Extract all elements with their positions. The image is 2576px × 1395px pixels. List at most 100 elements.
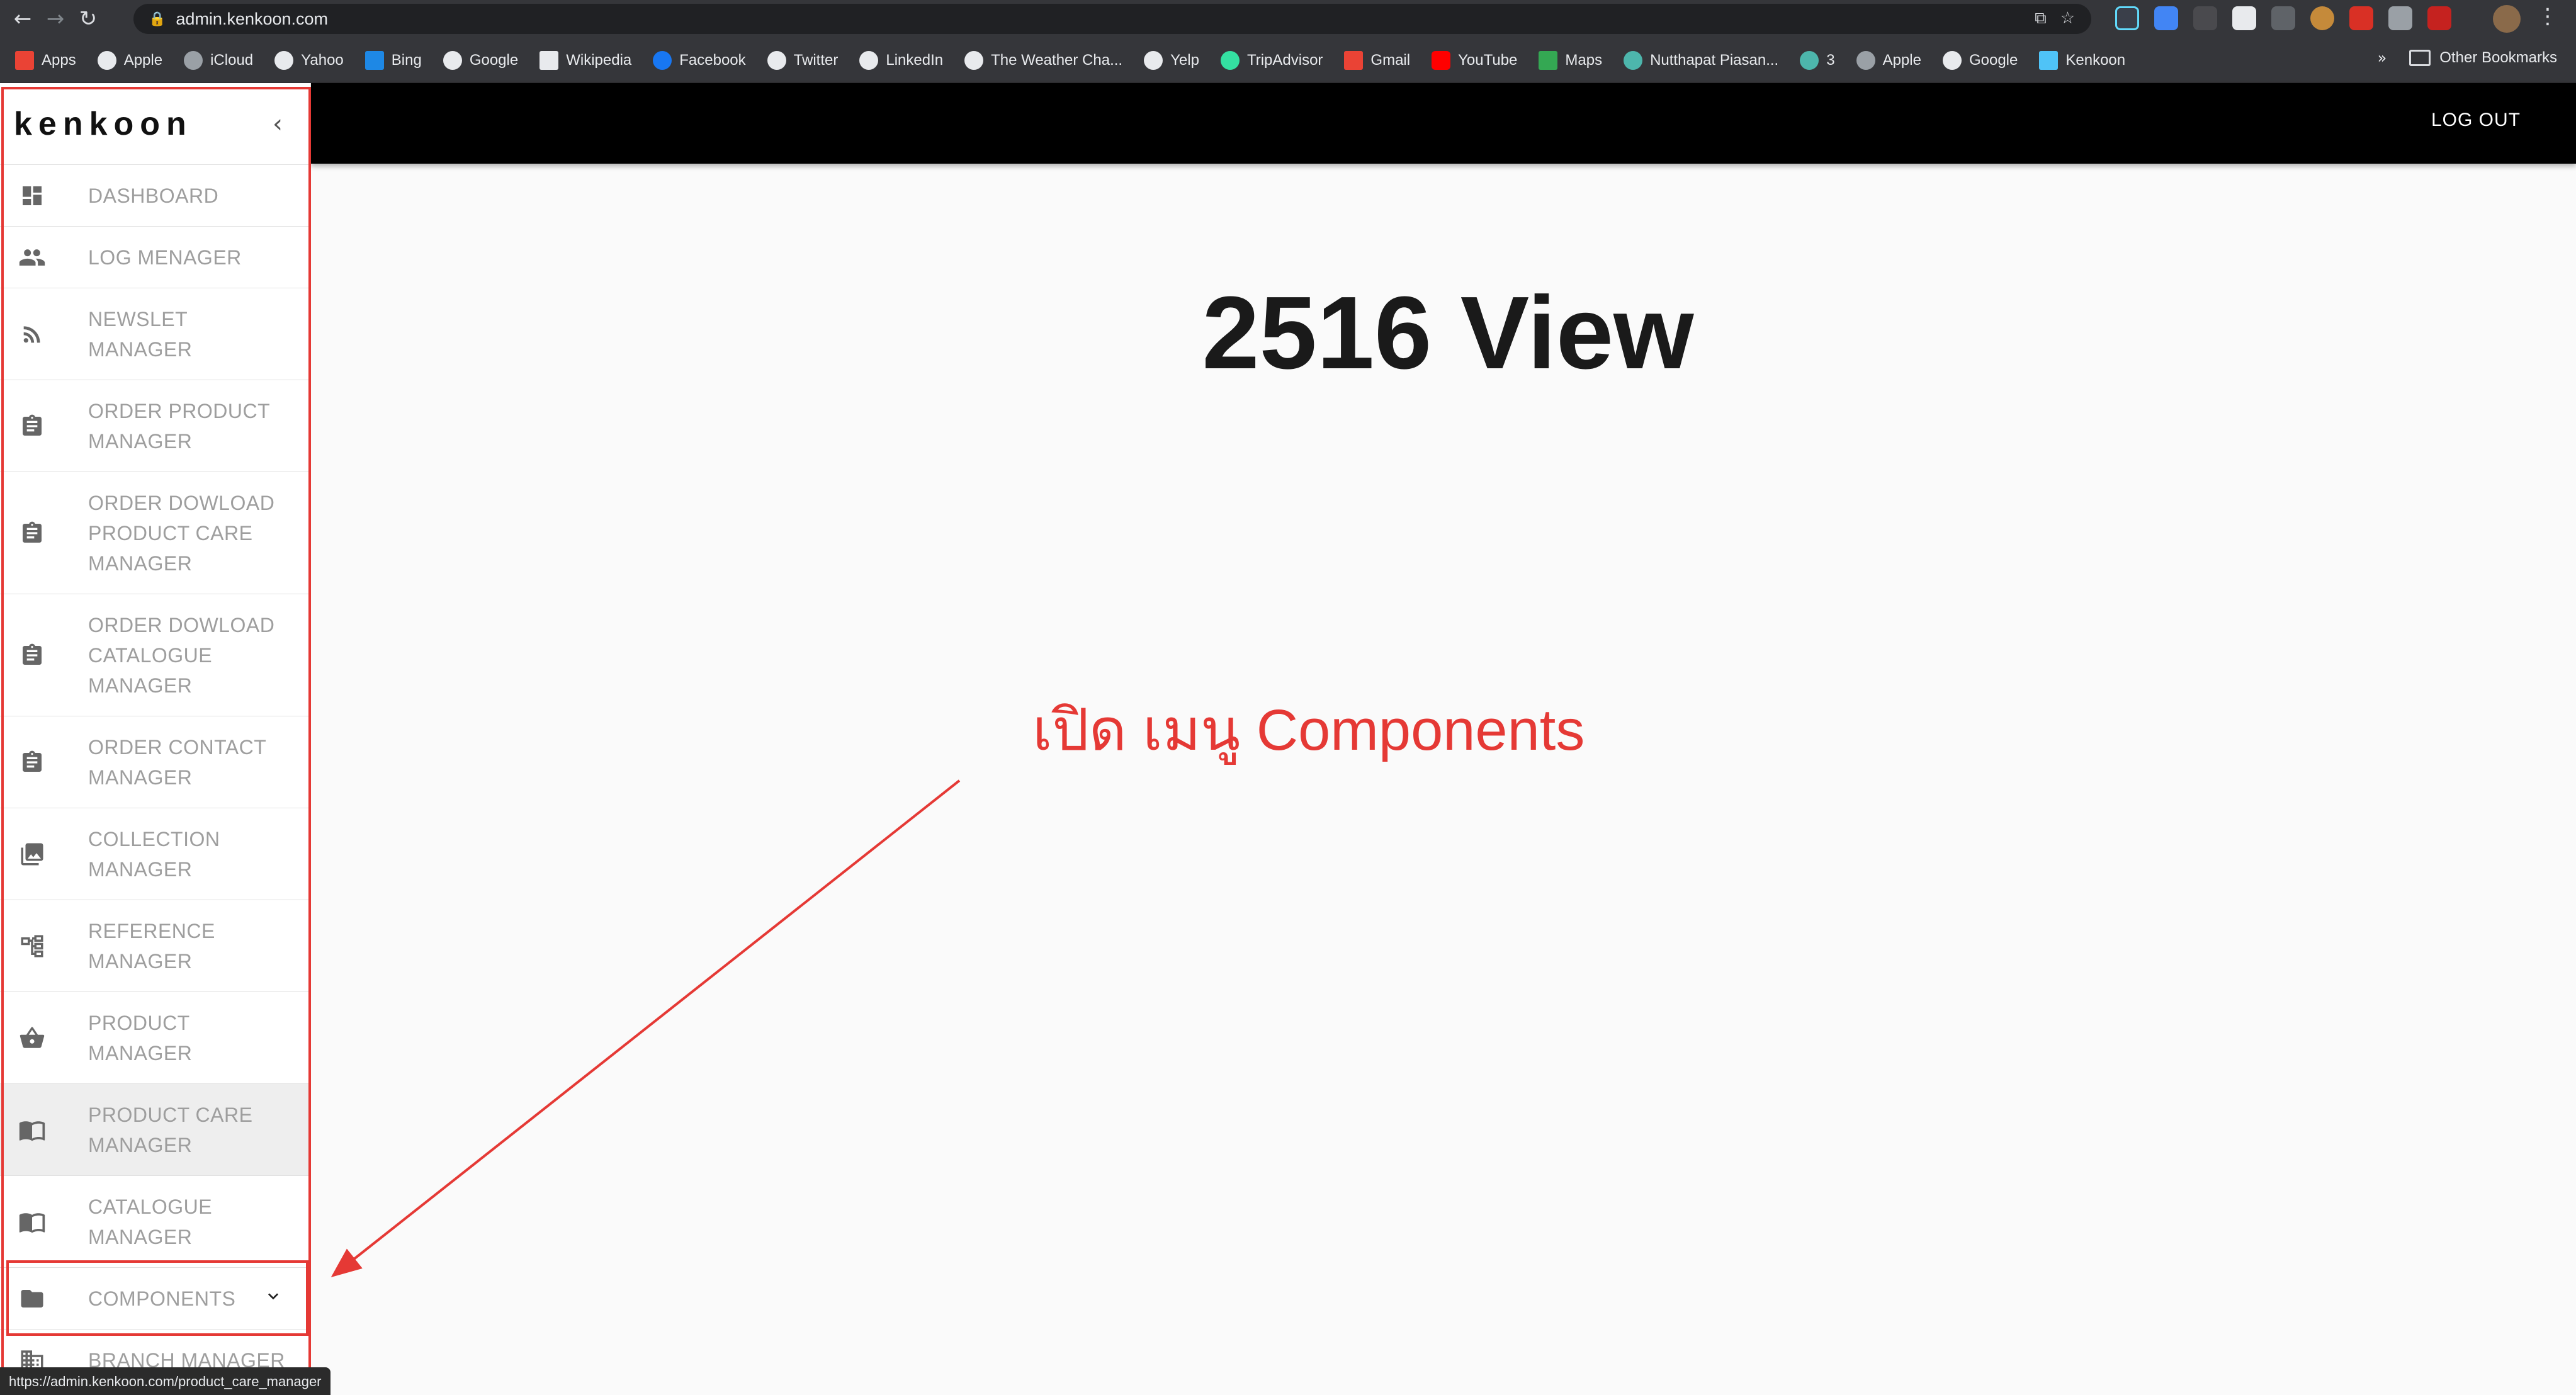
bookmark-google-2[interactable]: Google	[1942, 50, 2018, 70]
bookmark-apple[interactable]: Apple	[97, 50, 162, 70]
translate-extension-icon[interactable]	[2154, 6, 2178, 30]
apple-icon	[184, 50, 203, 70]
sidebar-item-components[interactable]: COMPONENTS	[0, 1268, 310, 1330]
bookmark-apps[interactable]: Apps	[15, 50, 76, 70]
cookie-extension-icon[interactable]	[2310, 6, 2334, 30]
bookmark-label: LinkedIn	[886, 51, 944, 69]
bookmark-apple-2[interactable]: Apple	[1856, 50, 1921, 70]
sidebar-item-label: COLLECTION MANAGER	[88, 827, 220, 881]
sidebar-item-label: LOG MENAGER	[88, 246, 242, 269]
apple-icon	[1856, 50, 1875, 70]
sidebar-item-newslet-manager[interactable]: NEWSLET MANAGER	[0, 288, 310, 380]
sidebar: kenkoon ‹ DASHBOARD LOG MENAGER NEWSLET …	[0, 83, 311, 1395]
sidebar-item-catalogue-manager[interactable]: CATALOGUE MANAGER	[0, 1176, 310, 1268]
sidebar-item-product-care-manager[interactable]: PRODUCT CARE MANAGER	[0, 1084, 310, 1176]
sidebar-item-order-contact-manager[interactable]: ORDER CONTACT MANAGER	[0, 716, 310, 808]
bookmark-weather[interactable]: The Weather Cha...	[964, 50, 1123, 70]
bookmark-label: Maps	[1565, 51, 1603, 69]
bookmark-label: Facebook	[679, 51, 746, 69]
bookmark-linkedin[interactable]: LinkedIn	[859, 50, 944, 70]
sidebar-item-label: DASHBOARD	[88, 184, 219, 207]
clipboard-icon	[18, 519, 47, 548]
google-icon	[443, 50, 462, 70]
sidebar-item-label: ORDER PRODUCT MANAGER	[88, 399, 270, 453]
bookmark-yelp[interactable]: Yelp	[1144, 50, 1199, 70]
sidebar-item-order-product-manager[interactable]: ORDER PRODUCT MANAGER	[0, 380, 310, 472]
back-icon[interactable]: ←	[6, 3, 39, 35]
sidebar-item-label: ORDER CONTACT MANAGER	[88, 735, 266, 789]
book-icon	[18, 1207, 47, 1236]
grid-extension-icon[interactable]	[2349, 6, 2373, 30]
collapse-sidebar-icon[interactable]: ‹	[273, 110, 283, 138]
bookmark-nutthapat[interactable]: Nutthapat Piasan...	[1624, 50, 1779, 70]
bookmark-yahoo[interactable]: Yahoo	[274, 50, 344, 70]
logout-button[interactable]: LOG OUT	[2431, 110, 2521, 131]
address-bar[interactable]: 🔒 admin.kenkoon.com ⧉ ☆	[133, 4, 2091, 34]
sidebar-item-product-manager[interactable]: PRODUCT MANAGER	[0, 992, 310, 1084]
translate-icon[interactable]: ⧉	[2035, 9, 2047, 28]
bookmark-youtube[interactable]: YouTube	[1432, 50, 1518, 70]
folder-icon	[2409, 50, 2431, 66]
bookmark-tripadvisor[interactable]: TripAdvisor	[1220, 50, 1323, 70]
bookmark-label: YouTube	[1458, 51, 1518, 69]
code-extension-icon[interactable]	[2193, 6, 2217, 30]
bookmark-label: Google	[469, 51, 519, 69]
react-extension-icon[interactable]	[2115, 6, 2139, 30]
lock-icon: 🔒	[149, 11, 166, 27]
camera-extension-icon[interactable]	[2271, 6, 2295, 30]
bookmark-label: TripAdvisor	[1246, 51, 1323, 69]
star-icon[interactable]: ☆	[2060, 9, 2075, 28]
reload-icon[interactable]: ↻	[72, 3, 105, 35]
bookmark-label: Google	[1969, 51, 2018, 69]
dashboard-icon	[18, 181, 47, 210]
browser-menu-icon[interactable]: ⋮	[2537, 4, 2558, 29]
globe-icon	[1144, 50, 1163, 70]
bookmark-label: Yelp	[1170, 51, 1199, 69]
bookmarks-overflow-icon[interactable]: »	[2378, 49, 2387, 67]
bookmark-kenkoon[interactable]: Kenkoon	[2039, 50, 2125, 70]
url-text[interactable]: admin.kenkoon.com	[176, 9, 328, 29]
bookmark-label: iCloud	[210, 51, 254, 69]
bing-icon	[364, 50, 384, 70]
bookmark-facebook[interactable]: Facebook	[653, 50, 746, 70]
bookmark-maps[interactable]: Maps	[1539, 50, 1603, 70]
bookmark-twitter[interactable]: Twitter	[767, 50, 838, 70]
sidebar-item-log-menager[interactable]: LOG MENAGER	[0, 227, 310, 288]
tree-icon	[18, 932, 47, 961]
wikipedia-icon	[539, 50, 559, 70]
bookmark-wikipedia[interactable]: Wikipedia	[539, 50, 632, 70]
sidebar-header: kenkoon ‹	[0, 83, 310, 165]
cloud-extension-icon[interactable]	[2232, 6, 2256, 30]
sidebar-item-order-dowload-product-care-manager[interactable]: ORDER DOWLOAD PRODUCT CARE MANAGER	[0, 472, 310, 594]
sidebar-item-order-dowload-catalogue-manager[interactable]: ORDER DOWLOAD CATALOGUE MANAGER	[0, 594, 310, 716]
book-icon	[18, 1115, 47, 1144]
globe-icon	[859, 50, 879, 70]
bookmark-label: 3	[1826, 51, 1835, 69]
bookmark-label: Nutthapat Piasan...	[1650, 51, 1779, 69]
sidebar-item-label: PRODUCT MANAGER	[88, 1011, 193, 1065]
bookmark-gmail[interactable]: Gmail	[1344, 50, 1410, 70]
rss-icon	[18, 320, 47, 349]
bookmarks-bar: Apps Apple iCloud Yahoo Bing Google Wiki…	[0, 38, 2576, 83]
chat-extension-icon[interactable]	[2388, 6, 2412, 30]
profile-avatar[interactable]	[2493, 5, 2521, 33]
sidebar-item-label: ORDER DOWLOAD CATALOGUE MANAGER	[88, 613, 275, 697]
bookmark-label: Wikipedia	[566, 51, 632, 69]
bookmark-bing[interactable]: Bing	[364, 50, 422, 70]
chevron-down-icon[interactable]	[263, 1286, 283, 1311]
app-header: LOG OUT	[311, 83, 2576, 164]
bookmark-label: Bing	[391, 51, 422, 69]
bookmark-label: The Weather Cha...	[991, 51, 1123, 69]
v-extension-icon[interactable]	[2427, 6, 2451, 30]
bookmark-3[interactable]: 3	[1800, 50, 1835, 70]
sidebar-item-reference-manager[interactable]: REFERENCE MANAGER	[0, 900, 310, 992]
people-icon	[18, 243, 47, 272]
sidebar-item-collection-manager[interactable]: COLLECTION MANAGER	[0, 808, 310, 900]
bookmark-label: Yahoo	[301, 51, 344, 69]
bookmark-icloud[interactable]: iCloud	[184, 50, 254, 70]
forward-icon[interactable]: →	[39, 3, 72, 35]
other-bookmarks[interactable]: » Other Bookmarks	[2378, 49, 2557, 67]
sidebar-item-dashboard[interactable]: DASHBOARD	[0, 165, 310, 227]
gmail-icon	[1344, 50, 1364, 70]
bookmark-google[interactable]: Google	[443, 50, 519, 70]
